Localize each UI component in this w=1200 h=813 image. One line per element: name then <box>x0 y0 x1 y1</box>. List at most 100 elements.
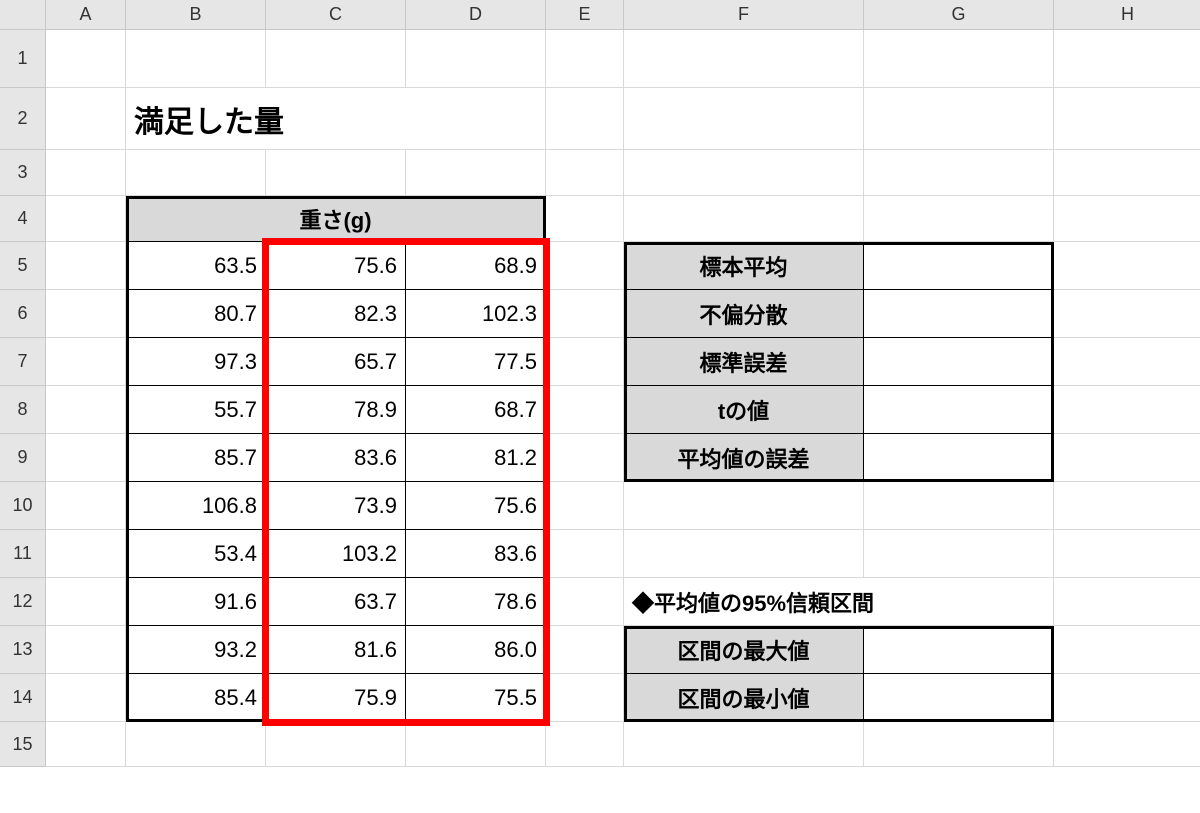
cell-H2[interactable] <box>1054 88 1200 150</box>
row-header-3[interactable]: 3 <box>0 150 46 196</box>
cell-E10[interactable] <box>546 482 624 530</box>
cell-F10[interactable] <box>624 482 864 530</box>
cell-A14[interactable] <box>46 674 126 722</box>
weight-cell-D14[interactable]: 75.5 <box>406 674 546 722</box>
cell-H15[interactable] <box>1054 722 1200 767</box>
cell-A13[interactable] <box>46 626 126 674</box>
cell-G2[interactable] <box>864 88 1054 150</box>
cell-A6[interactable] <box>46 290 126 338</box>
ci-label-14[interactable]: 区間の最小値 <box>624 674 864 722</box>
col-header-F[interactable]: F <box>624 0 864 30</box>
cell-H10[interactable] <box>1054 482 1200 530</box>
row-header-12[interactable]: 12 <box>0 578 46 626</box>
weight-cell-C14[interactable]: 75.9 <box>266 674 406 722</box>
cell-A10[interactable] <box>46 482 126 530</box>
cell-A12[interactable] <box>46 578 126 626</box>
cell-H5[interactable] <box>1054 242 1200 290</box>
weight-cell-D11[interactable]: 83.6 <box>406 530 546 578</box>
weight-cell-B13[interactable]: 93.2 <box>126 626 266 674</box>
cell-A9[interactable] <box>46 434 126 482</box>
select-all-corner[interactable] <box>0 0 46 30</box>
cell-C1[interactable] <box>266 30 406 88</box>
row-header-4[interactable]: 4 <box>0 196 46 242</box>
weight-cell-C8[interactable]: 78.9 <box>266 386 406 434</box>
weight-cell-B11[interactable]: 53.4 <box>126 530 266 578</box>
cell-E7[interactable] <box>546 338 624 386</box>
row-header-11[interactable]: 11 <box>0 530 46 578</box>
cell-H4[interactable] <box>1054 196 1200 242</box>
col-header-C[interactable]: C <box>266 0 406 30</box>
cell-A15[interactable] <box>46 722 126 767</box>
cell-C3[interactable] <box>266 150 406 196</box>
col-header-D[interactable]: D <box>406 0 546 30</box>
weight-cell-D6[interactable]: 102.3 <box>406 290 546 338</box>
cell-H6[interactable] <box>1054 290 1200 338</box>
weight-cell-B8[interactable]: 55.7 <box>126 386 266 434</box>
weight-cell-B6[interactable]: 80.7 <box>126 290 266 338</box>
weight-cell-B9[interactable]: 85.7 <box>126 434 266 482</box>
stat-label-6[interactable]: 不偏分散 <box>624 290 864 338</box>
weight-cell-C12[interactable]: 63.7 <box>266 578 406 626</box>
cell-A4[interactable] <box>46 196 126 242</box>
cell-H1[interactable] <box>1054 30 1200 88</box>
cell-E1[interactable] <box>546 30 624 88</box>
cell-E9[interactable] <box>546 434 624 482</box>
weight-cell-C9[interactable]: 83.6 <box>266 434 406 482</box>
cell-H8[interactable] <box>1054 386 1200 434</box>
col-header-E[interactable]: E <box>546 0 624 30</box>
weight-cell-D8[interactable]: 68.7 <box>406 386 546 434</box>
weight-cell-D9[interactable]: 81.2 <box>406 434 546 482</box>
cell-H9[interactable] <box>1054 434 1200 482</box>
cell-A1[interactable] <box>46 30 126 88</box>
stat-value-9[interactable] <box>864 434 1054 482</box>
title-cell[interactable]: 満足した量 <box>126 88 546 150</box>
cell-E8[interactable] <box>546 386 624 434</box>
cell-E12[interactable] <box>546 578 624 626</box>
row-header-10[interactable]: 10 <box>0 482 46 530</box>
cell-G11[interactable] <box>864 530 1054 578</box>
cell-E2[interactable] <box>546 88 624 150</box>
stat-value-5[interactable] <box>864 242 1054 290</box>
weight-cell-B10[interactable]: 106.8 <box>126 482 266 530</box>
cell-G1[interactable] <box>864 30 1054 88</box>
weight-cell-C7[interactable]: 65.7 <box>266 338 406 386</box>
cell-H3[interactable] <box>1054 150 1200 196</box>
weight-cell-C10[interactable]: 73.9 <box>266 482 406 530</box>
cell-F1[interactable] <box>624 30 864 88</box>
cell-F15[interactable] <box>624 722 864 767</box>
cell-B15[interactable] <box>126 722 266 767</box>
cell-B3[interactable] <box>126 150 266 196</box>
cell-E15[interactable] <box>546 722 624 767</box>
row-header-8[interactable]: 8 <box>0 386 46 434</box>
cell-H12[interactable] <box>1054 578 1200 626</box>
stat-label-7[interactable]: 標準誤差 <box>624 338 864 386</box>
col-header-H[interactable]: H <box>1054 0 1200 30</box>
cell-E6[interactable] <box>546 290 624 338</box>
cell-G3[interactable] <box>864 150 1054 196</box>
row-header-9[interactable]: 9 <box>0 434 46 482</box>
cell-H13[interactable] <box>1054 626 1200 674</box>
cell-A11[interactable] <box>46 530 126 578</box>
row-header-7[interactable]: 7 <box>0 338 46 386</box>
cell-A3[interactable] <box>46 150 126 196</box>
weight-header[interactable]: 重さ(g) <box>126 196 546 242</box>
weight-cell-D10[interactable]: 75.6 <box>406 482 546 530</box>
row-header-13[interactable]: 13 <box>0 626 46 674</box>
cell-D1[interactable] <box>406 30 546 88</box>
weight-cell-D12[interactable]: 78.6 <box>406 578 546 626</box>
cell-G15[interactable] <box>864 722 1054 767</box>
cell-E3[interactable] <box>546 150 624 196</box>
ci-heading[interactable]: ◆平均値の95%信頼区間 <box>624 578 1054 626</box>
row-header-15[interactable]: 15 <box>0 722 46 767</box>
cell-B1[interactable] <box>126 30 266 88</box>
weight-cell-D7[interactable]: 77.5 <box>406 338 546 386</box>
cell-H11[interactable] <box>1054 530 1200 578</box>
stat-value-7[interactable] <box>864 338 1054 386</box>
cell-F4[interactable] <box>624 196 864 242</box>
stat-value-6[interactable] <box>864 290 1054 338</box>
stat-label-8[interactable]: tの値 <box>624 386 864 434</box>
weight-cell-C5[interactable]: 75.6 <box>266 242 406 290</box>
weight-cell-B7[interactable]: 97.3 <box>126 338 266 386</box>
cell-A7[interactable] <box>46 338 126 386</box>
cell-A2[interactable] <box>46 88 126 150</box>
